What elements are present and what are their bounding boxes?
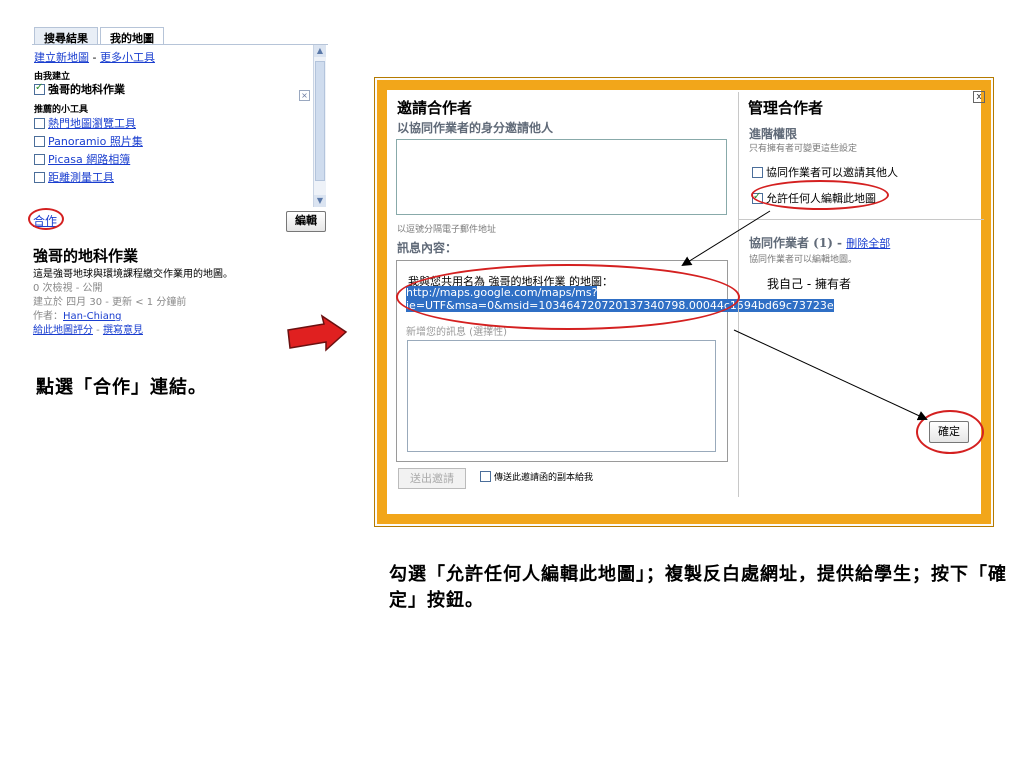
scroll-down-icon[interactable]: ▼	[314, 195, 326, 207]
tool-link[interactable]: Panoramio 照片集	[48, 135, 143, 148]
map-created: 建立於 四月 30 - 更新 < 1 分鐘前	[33, 297, 187, 308]
invite-subtitle: 以協同作業者的身分邀請他人	[397, 121, 554, 135]
link-separator: -	[89, 51, 100, 64]
send-invite-button[interactable]: 送出邀請	[398, 468, 466, 489]
tool-checkbox[interactable]	[34, 153, 45, 165]
rate-map-link[interactable]: 給此地圖評分	[33, 325, 93, 336]
write-review-link[interactable]: 撰寫意見	[103, 325, 143, 336]
tool-link[interactable]: 距離測量工具	[48, 171, 114, 184]
scroll-thumb[interactable]	[315, 61, 325, 181]
map-views: 0 次檢視 - 公開	[33, 283, 103, 294]
copy-to-me-checkbox[interactable]	[480, 471, 491, 482]
collaborators-row: 協同作業者 (1) - 刪除全部	[749, 234, 890, 251]
close-icon[interactable]: x	[973, 91, 985, 103]
tab-bar: 搜尋結果 我的地圖	[34, 27, 166, 45]
email-hint: 以逗號分隔電子郵件地址	[397, 225, 497, 235]
panel-scrollbar[interactable]: ▲ ▼	[313, 45, 326, 207]
tool-item[interactable]: Picasa 網路相簿	[34, 151, 130, 167]
remove-map-icon[interactable]: ×	[299, 90, 310, 101]
map-title: 強哥的地科作業	[33, 247, 139, 265]
rate-row: 給此地圖評分 - 撰寫意見	[33, 321, 143, 336]
copy-to-me-label: 傳送此邀請函的副本給我	[494, 473, 594, 483]
tool-checkbox[interactable]	[34, 171, 45, 183]
tool-item[interactable]: Panoramio 照片集	[34, 133, 143, 149]
highlight-allow-edit	[751, 180, 889, 210]
tool-link[interactable]: Picasa 網路相簿	[48, 153, 130, 166]
tool-item[interactable]: 熱門地圖瀏覽工具	[34, 115, 136, 131]
create-row: 建立新地圖 - 更多小工具	[34, 49, 155, 65]
tool-item[interactable]: 距離測量工具	[34, 169, 114, 185]
delete-all-link[interactable]: 刪除全部	[846, 237, 890, 250]
caption-right: 勾選「允許任何人編輯此地圖」；複製反白處網址，提供給學生；按下「確定」按鈕。	[389, 564, 1007, 611]
advanced-permissions-label: 進階權限	[749, 127, 798, 141]
my-maps-panel: 建立新地圖 - 更多小工具 由我建立 強哥的地科作業 推薦的小工具 熱門地圖瀏覽…	[32, 45, 328, 209]
red-block-arrow	[287, 314, 348, 352]
caption-left: 點選「合作」連結。	[36, 377, 207, 398]
highlight-url	[396, 264, 740, 330]
allow-invite-option[interactable]: 協同作業者可以邀請其他人	[752, 164, 898, 180]
recommended-tools-heading: 推薦的小工具	[34, 105, 89, 115]
allow-invite-checkbox[interactable]	[752, 166, 763, 178]
advanced-permissions-hint: 只有擁有者可變更這些設定	[749, 144, 858, 154]
more-tools-link[interactable]: 更多小工具	[100, 51, 155, 64]
section-divider	[738, 219, 984, 220]
scroll-up-icon[interactable]: ▲	[314, 45, 326, 57]
my-map-item[interactable]: 強哥的地科作業	[34, 81, 125, 97]
link-separator: -	[93, 325, 103, 336]
highlight-collaborate	[28, 208, 64, 230]
create-map-link[interactable]: 建立新地圖	[34, 51, 89, 64]
owner-entry: 我自己 - 擁有者	[767, 277, 851, 291]
allow-invite-label: 協同作業者可以邀請其他人	[766, 166, 898, 179]
map-description: 這是強哥地球與環境課程繳交作業用的地圖。	[33, 269, 233, 280]
map-author-row: 作者：Han-Chiang	[33, 307, 122, 322]
collaborators-label: 協同作業者 (1) -	[749, 236, 847, 250]
edit-button[interactable]: 編輯	[286, 211, 326, 232]
invite-email-input[interactable]	[396, 139, 727, 215]
tab-search-results[interactable]: 搜尋結果	[34, 27, 98, 45]
my-map-checkbox[interactable]	[34, 82, 45, 95]
personal-message-input[interactable]	[407, 340, 716, 452]
copy-to-me-option[interactable]: 傳送此邀請函的副本給我	[480, 470, 593, 483]
tab-my-maps[interactable]: 我的地圖	[100, 27, 164, 45]
message-label: 訊息內容：	[397, 241, 458, 255]
invite-title: 邀請合作者	[397, 99, 473, 117]
my-map-name: 強哥的地科作業	[48, 83, 125, 96]
highlight-ok	[916, 410, 984, 454]
tool-checkbox[interactable]	[34, 135, 45, 147]
tool-link[interactable]: 熱門地圖瀏覽工具	[48, 117, 136, 130]
tool-checkbox[interactable]	[34, 117, 45, 129]
manage-title: 管理合作者	[748, 99, 824, 117]
collaborators-hint: 協同作業者可以編輯地圖。	[749, 255, 858, 265]
